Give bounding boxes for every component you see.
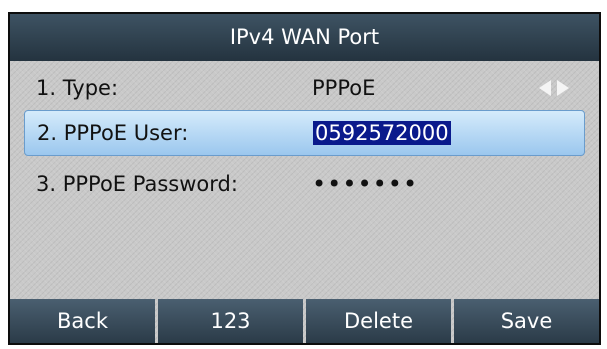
setting-row-pppoe-user[interactable]: 2. PPPoE User: 0592572000 [24, 110, 585, 156]
input-mode-button[interactable]: 123 [158, 299, 303, 343]
page-title: IPv4 WAN Port [10, 14, 599, 61]
pppoe-user-field[interactable]: 0592572000 [313, 111, 451, 155]
type-switcher[interactable] [539, 66, 569, 110]
setting-row-pppoe-password[interactable]: 3. PPPoE Password: ••••••• [24, 162, 585, 206]
delete-button[interactable]: Delete [306, 299, 451, 343]
pppoe-user-value[interactable]: 0592572000 [313, 121, 451, 145]
pppoe-user-label: 2. PPPoE User: [37, 121, 189, 145]
softkey-bar: Back 123 Delete Save [10, 299, 599, 343]
arrow-left-icon[interactable] [539, 80, 551, 96]
setting-row-type[interactable]: 1. Type: PPPoE [24, 66, 585, 110]
back-button[interactable]: Back [10, 299, 155, 343]
save-button[interactable]: Save [454, 299, 599, 343]
pppoe-password-field[interactable]: ••••••• [312, 162, 418, 206]
type-label: 1. Type: [36, 76, 119, 100]
arrow-right-icon[interactable] [557, 80, 569, 96]
type-value: PPPoE [312, 76, 376, 100]
phone-screen: IPv4 WAN Port 1. Type: PPPoE 2. PPPoE Us… [8, 12, 601, 345]
pppoe-password-label: 3. PPPoE Password: [36, 172, 238, 196]
